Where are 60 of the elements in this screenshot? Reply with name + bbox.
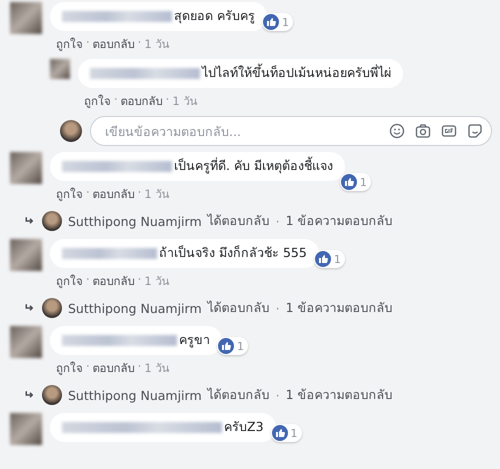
reply-author-link[interactable]: Sutthipong Nuamjirm [68,388,202,402]
separator-dot: · [166,92,170,108]
comment-text: ถ้าเป็นจริง มึงก็กลัวช้ะ 555 [159,245,307,261]
comment-text: สุดยอด ครับครู [174,8,255,24]
action-link[interactable]: ถูกใจ [56,359,83,377]
action-link[interactable]: ตอบกลับ [92,359,135,377]
separator-dot: · [138,185,142,201]
camera-icon[interactable] [415,123,431,139]
comment-text: เป็นครูที่ดี. คับ มีเหตุต้องชี้แจง [174,158,333,174]
timestamp: 1 วัน [144,36,170,53]
avatar-icon [42,298,62,318]
timestamp: 1 วัน [172,93,198,110]
separator-dot: · [276,214,280,228]
blurred-avatar [10,152,42,184]
reply-author-link[interactable]: Sutthipong Nuamjirm [68,214,202,228]
replied-label[interactable]: ได้ตอบกลับ [208,298,270,318]
separator-dot: · [276,300,280,316]
reply-author-link[interactable]: Sutthipong Nuamjirm [68,300,202,316]
avatar-icon [42,385,62,405]
emoji-icon[interactable] [389,123,405,139]
gif-icon[interactable] [441,123,457,139]
blurred-avatar [10,2,42,34]
action-link[interactable]: ถูกใจ [56,185,83,203]
separator-dot: · [86,35,90,51]
separator-dot: · [114,92,118,108]
sticker-icon[interactable] [467,123,483,139]
reply-count-link[interactable]: 1 ข้อความตอบกลับ [286,211,393,231]
timestamp: 1 วัน [144,273,170,290]
separator-dot: · [86,272,90,288]
action-link[interactable]: ตอบกลับ [92,35,135,53]
reply-count-link[interactable]: 1 ข้อความตอบกลับ [286,385,393,405]
separator-dot: · [138,359,142,375]
replied-label[interactable]: ได้ตอบกลับ [208,385,270,405]
reply-box[interactable]: เขียนข้อความตอบกลับ... [90,116,492,146]
avatar-icon [60,120,82,142]
separator-dot: · [138,272,142,288]
separator-dot: · [86,359,90,375]
separator-dot: · [86,185,90,201]
action-link[interactable]: ถูกใจ [56,35,83,53]
action-link[interactable]: ถูกใจ [56,272,83,290]
timestamp: 1 วัน [144,360,170,377]
action-link[interactable]: ตอบกลับ [92,272,135,290]
comment-text: ครับZ3 [224,419,264,435]
reply-input[interactable]: เขียนข้อความตอบกลับ... [103,122,379,140]
action-link[interactable]: ถูกใจ [84,92,111,110]
replied-label[interactable]: ได้ตอบกลับ [208,211,270,231]
blurred-avatar [10,326,42,358]
avatar-icon [42,211,62,231]
thumbs-up-icon [340,174,357,190]
blurred-avatar [50,59,70,79]
separator-dot: · [138,35,142,51]
blurred-avatar [10,413,42,445]
comment-text: ไปไลท์ให้ขึ้นท็อปเม้นหน่อยครับพี่ไผ่ [202,65,391,81]
action-link[interactable]: ตอบกลับ [120,92,163,110]
comment-text: ครูขา [179,332,210,348]
reply-count-link[interactable]: 1 ข้อความตอบกลับ [286,298,393,318]
blurred-avatar [10,239,42,271]
separator-dot: · [276,388,280,402]
action-link[interactable]: ตอบกลับ [92,185,135,203]
timestamp: 1 วัน [144,186,170,203]
